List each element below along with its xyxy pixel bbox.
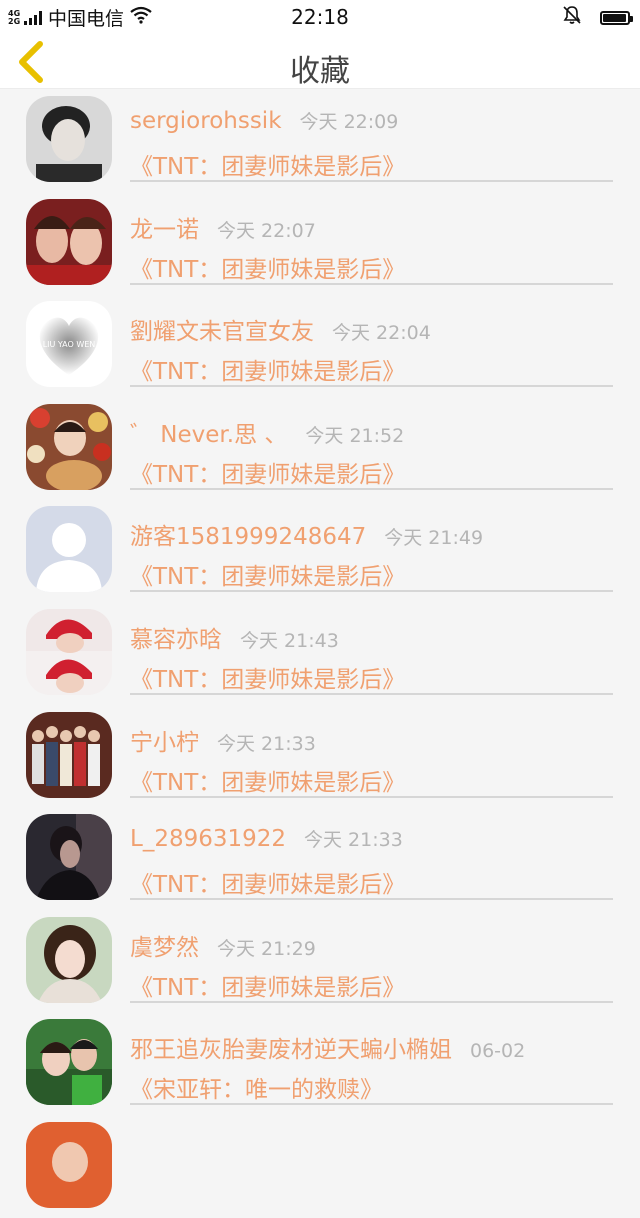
list-item[interactable]: 宁小柠 今天 21:33 《TNT：团妻师妹是影后》 <box>0 705 640 808</box>
favorites-list: sergiorohssik 今天 22:09 《TNT：团妻师妹是影后》 龙一诺… <box>0 89 640 1218</box>
user-name: 慕容亦晗 <box>130 626 222 653</box>
timestamp: 06-02 <box>470 1040 526 1063</box>
timestamp: 今天 21:29 <box>217 937 316 960</box>
divider <box>130 282 613 285</box>
bell-muted-icon <box>562 5 582 30</box>
user-name: 邪王追灰胎妻废材逆天蝙小椭姐 <box>130 1037 452 1064</box>
nav-bar: 收藏 <box>0 32 640 89</box>
timestamp: 今天 22:04 <box>332 322 431 345</box>
avatar[interactable] <box>26 916 112 1003</box>
book-title[interactable]: 《TNT：团妻师妹是影后》 <box>130 147 405 181</box>
timestamp: 今天 22:09 <box>299 111 399 133</box>
book-title[interactable]: 《TNT：团妻师妹是影后》 <box>130 865 405 899</box>
status-bar: 4G 2G 中国电信 22:18 <box>0 0 640 32</box>
user-name: 劉耀文未官宣女友 <box>130 319 314 346</box>
list-item[interactable]: 邪王追灰胎妻废材逆天蝙小椭姐 06-02 《宋亚轩：唯一的救赎》 <box>0 1012 640 1115</box>
list-item[interactable]: 龙一诺 今天 22:07 《TNT：团妻师妹是影后》 <box>0 192 640 295</box>
timestamp: 今天 21:33 <box>217 732 316 755</box>
book-title[interactable]: 《TNT：团妻师妹是影后》 <box>130 250 405 284</box>
page-title: 收藏 <box>290 54 350 89</box>
avatar[interactable] <box>26 608 112 695</box>
book-title[interactable]: 《TNT：团妻师妹是影后》 <box>130 660 405 694</box>
user-name: L_289631922 <box>130 826 287 853</box>
list-item[interactable]: 虞梦然 今天 21:29 《TNT：团妻师妹是影后》 <box>0 910 640 1013</box>
avatar-caption: LIU YAO WEN <box>43 340 96 349</box>
status-time: 22:18 <box>291 5 349 29</box>
timestamp: 今天 22:07 <box>217 219 316 242</box>
list-item[interactable]: ゛ Never.思 、 今天 21:52 《TNT：团妻师妹是影后》 <box>0 397 640 500</box>
divider <box>130 1000 613 1003</box>
divider <box>130 180 613 182</box>
timestamp: 今天 21:52 <box>305 424 405 447</box>
avatar[interactable]: LIU YAO WEN <box>26 301 112 388</box>
divider <box>130 898 613 901</box>
book-title[interactable]: 《宋亚轩：唯一的救赎》 <box>130 1070 383 1104</box>
avatar[interactable] <box>26 506 112 593</box>
book-title[interactable]: 《TNT：团妻师妹是影后》 <box>130 455 405 489</box>
battery-icon <box>600 10 633 25</box>
timestamp: 今天 21:43 <box>240 629 339 652</box>
user-name: 龙一诺 <box>130 216 199 243</box>
avatar[interactable] <box>26 198 112 285</box>
divider <box>130 692 613 695</box>
list-item[interactable]: 慕容亦晗 今天 21:43 《TNT：团妻师妹是影后》 <box>0 602 640 705</box>
divider <box>130 590 613 593</box>
book-title[interactable]: 《TNT：团妻师妹是影后》 <box>130 557 405 591</box>
timestamp: 今天 21:33 <box>304 829 403 852</box>
avatar[interactable] <box>26 1019 112 1106</box>
user-name: 宁小柠 <box>130 729 199 756</box>
divider <box>130 795 613 798</box>
user-name: sergiorohssik <box>130 108 282 134</box>
user-name: ゛ Never.思 、 <box>130 421 288 448</box>
avatar[interactable] <box>26 1121 112 1208</box>
timestamp: 今天 21:49 <box>384 527 484 550</box>
list-item[interactable]: 游客1581999248647 今天 21:49 《TNT：团妻师妹是影后》 <box>0 499 640 602</box>
list-item[interactable]: LIU YAO WEN 劉耀文未官宣女友 今天 22:04 《TNT：团妻师妹是… <box>0 294 640 397</box>
avatar[interactable] <box>26 814 112 901</box>
book-title[interactable]: 《TNT：团妻师妹是影后》 <box>130 352 405 386</box>
book-title[interactable]: 《TNT：团妻师妹是影后》 <box>130 968 405 1002</box>
divider <box>130 385 613 388</box>
list-item[interactable]: L_289631922 今天 21:33 《TNT：团妻师妹是影后》 <box>0 807 640 910</box>
list-item[interactable]: sergiorohssik 今天 22:09 《TNT：团妻师妹是影后》 <box>0 89 640 192</box>
list-item-partial[interactable] <box>0 1115 640 1218</box>
avatar[interactable] <box>26 711 112 798</box>
user-name: 虞梦然 <box>130 934 199 961</box>
divider <box>130 487 613 490</box>
avatar[interactable] <box>26 403 112 490</box>
divider <box>130 1103 613 1106</box>
user-name: 游客1581999248647 <box>130 524 367 551</box>
avatar[interactable] <box>26 96 112 182</box>
book-title[interactable]: 《TNT：团妻师妹是影后》 <box>130 763 405 797</box>
